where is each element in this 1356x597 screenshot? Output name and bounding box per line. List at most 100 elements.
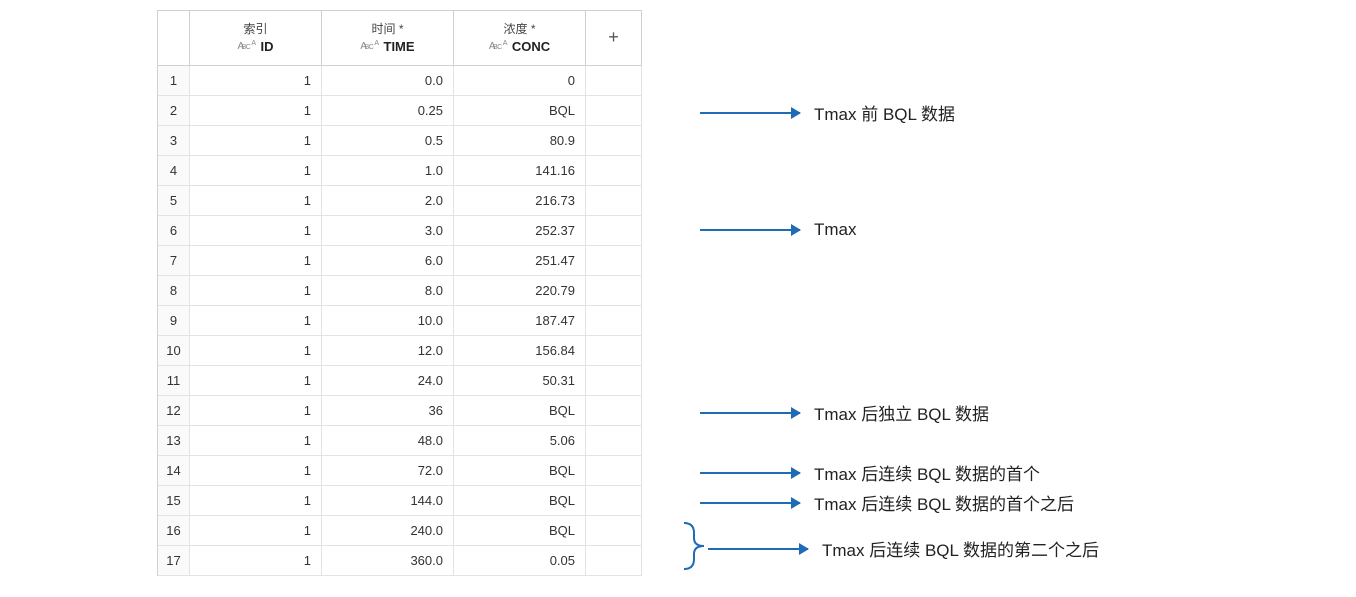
table-row[interactable]: 110.00 (158, 66, 642, 96)
cell-conc[interactable]: 216.73 (454, 186, 586, 215)
table-row[interactable]: 512.0216.73 (158, 186, 642, 216)
cell-conc[interactable]: 252.37 (454, 216, 586, 245)
cell-time[interactable]: 8.0 (322, 276, 454, 305)
table-row[interactable]: 411.0141.16 (158, 156, 642, 186)
annotation-label: Tmax 后独立 BQL 数据 (814, 400, 989, 425)
cell-time[interactable]: 0.0 (322, 66, 454, 95)
cell-time[interactable]: 10.0 (322, 306, 454, 335)
table-row[interactable]: 310.580.9 (158, 126, 642, 156)
brace-icon (678, 521, 708, 571)
cell-id[interactable]: 1 (190, 456, 322, 485)
cell-conc[interactable]: BQL (454, 96, 586, 125)
cell-id[interactable]: 1 (190, 486, 322, 515)
row-number-cell: 13 (158, 426, 190, 455)
annotation-arrow: Tmax 后连续 BQL 数据的首个 (700, 460, 1040, 485)
table-row[interactable]: 613.0252.37 (158, 216, 642, 246)
table-row[interactable]: 210.25BQL (158, 96, 642, 126)
row-number-cell: 9 (158, 306, 190, 335)
row-number-cell: 5 (158, 186, 190, 215)
cell-id[interactable]: 1 (190, 66, 322, 95)
cell-time[interactable]: 72.0 (322, 456, 454, 485)
cell-id[interactable]: 1 (190, 156, 322, 185)
cell-conc[interactable]: 5.06 (454, 426, 586, 455)
cell-conc[interactable]: 220.79 (454, 276, 586, 305)
cell-conc[interactable]: 80.9 (454, 126, 586, 155)
cell-time[interactable]: 3.0 (322, 216, 454, 245)
arrow-icon (700, 412, 800, 414)
cell-extra (586, 276, 642, 305)
table-row[interactable]: 13148.05.06 (158, 426, 642, 456)
table-row[interactable]: 10112.0156.84 (158, 336, 642, 366)
cell-conc[interactable]: 141.16 (454, 156, 586, 185)
cell-id[interactable]: 1 (190, 546, 322, 575)
cell-time[interactable]: 6.0 (322, 246, 454, 275)
cell-id[interactable]: 1 (190, 306, 322, 335)
table-row[interactable]: 818.0220.79 (158, 276, 642, 306)
cell-time[interactable]: 24.0 (322, 366, 454, 395)
cell-id[interactable]: 1 (190, 336, 322, 365)
cell-conc[interactable]: 187.47 (454, 306, 586, 335)
row-number-cell: 16 (158, 516, 190, 545)
data-table: 索引 ABC ID 时间 * ABC TIME 浓度 * ABC CONC + … (157, 10, 642, 576)
table-row[interactable]: 9110.0187.47 (158, 306, 642, 336)
cell-time[interactable]: 360.0 (322, 546, 454, 575)
cell-conc[interactable]: 0.05 (454, 546, 586, 575)
cell-id[interactable]: 1 (190, 246, 322, 275)
table-row[interactable]: 151144.0BQL (158, 486, 642, 516)
column-header-time[interactable]: 时间 * ABC TIME (322, 11, 454, 65)
row-number-cell: 15 (158, 486, 190, 515)
cell-conc[interactable]: 0 (454, 66, 586, 95)
table-row[interactable]: 716.0251.47 (158, 246, 642, 276)
add-column-button[interactable]: + (586, 11, 642, 65)
annotation-label: Tmax (814, 220, 857, 240)
table-row[interactable]: 161240.0BQL (158, 516, 642, 546)
cell-id[interactable]: 1 (190, 126, 322, 155)
cell-time[interactable]: 36 (322, 396, 454, 425)
table-row[interactable]: 171360.00.05 (158, 546, 642, 576)
row-number-header (158, 11, 190, 65)
annotation-label: Tmax 后连续 BQL 数据的首个之后 (814, 490, 1074, 515)
cell-id[interactable]: 1 (190, 426, 322, 455)
column-header-id[interactable]: 索引 ABC ID (190, 11, 322, 65)
cell-time[interactable]: 0.25 (322, 96, 454, 125)
cell-time[interactable]: 0.5 (322, 126, 454, 155)
arrow-icon (700, 229, 800, 231)
table-row[interactable]: 12136BQL (158, 396, 642, 426)
cell-extra (586, 426, 642, 455)
cell-extra (586, 546, 642, 575)
row-number-cell: 1 (158, 66, 190, 95)
annotation-arrow: Tmax 前 BQL 数据 (700, 100, 955, 125)
cell-id[interactable]: 1 (190, 186, 322, 215)
cell-extra (586, 366, 642, 395)
cell-conc[interactable]: BQL (454, 396, 586, 425)
cell-conc[interactable]: BQL (454, 486, 586, 515)
cell-conc[interactable]: BQL (454, 456, 586, 485)
table-row[interactable]: 11124.050.31 (158, 366, 642, 396)
cell-time[interactable]: 240.0 (322, 516, 454, 545)
cell-conc[interactable]: 156.84 (454, 336, 586, 365)
table-row[interactable]: 14172.0BQL (158, 456, 642, 486)
cell-id[interactable]: 1 (190, 216, 322, 245)
cell-id[interactable]: 1 (190, 516, 322, 545)
cell-time[interactable]: 144.0 (322, 486, 454, 515)
cell-extra (586, 516, 642, 545)
cell-time[interactable]: 2.0 (322, 186, 454, 215)
table-header-row: 索引 ABC ID 时间 * ABC TIME 浓度 * ABC CONC + (158, 11, 642, 66)
cell-id[interactable]: 1 (190, 366, 322, 395)
cell-conc[interactable]: 50.31 (454, 366, 586, 395)
arrow-icon (700, 472, 800, 474)
cell-time[interactable]: 48.0 (322, 426, 454, 455)
cell-extra (586, 156, 642, 185)
text-type-icon: ABC (360, 41, 379, 52)
column-header-conc[interactable]: 浓度 * ABC CONC (454, 11, 586, 65)
row-number-cell: 17 (158, 546, 190, 575)
cell-id[interactable]: 1 (190, 396, 322, 425)
cell-conc[interactable]: 251.47 (454, 246, 586, 275)
cell-time[interactable]: 1.0 (322, 156, 454, 185)
cell-id[interactable]: 1 (190, 96, 322, 125)
cell-time[interactable]: 12.0 (322, 336, 454, 365)
cell-id[interactable]: 1 (190, 276, 322, 305)
cell-extra (586, 456, 642, 485)
row-number-cell: 8 (158, 276, 190, 305)
cell-conc[interactable]: BQL (454, 516, 586, 545)
